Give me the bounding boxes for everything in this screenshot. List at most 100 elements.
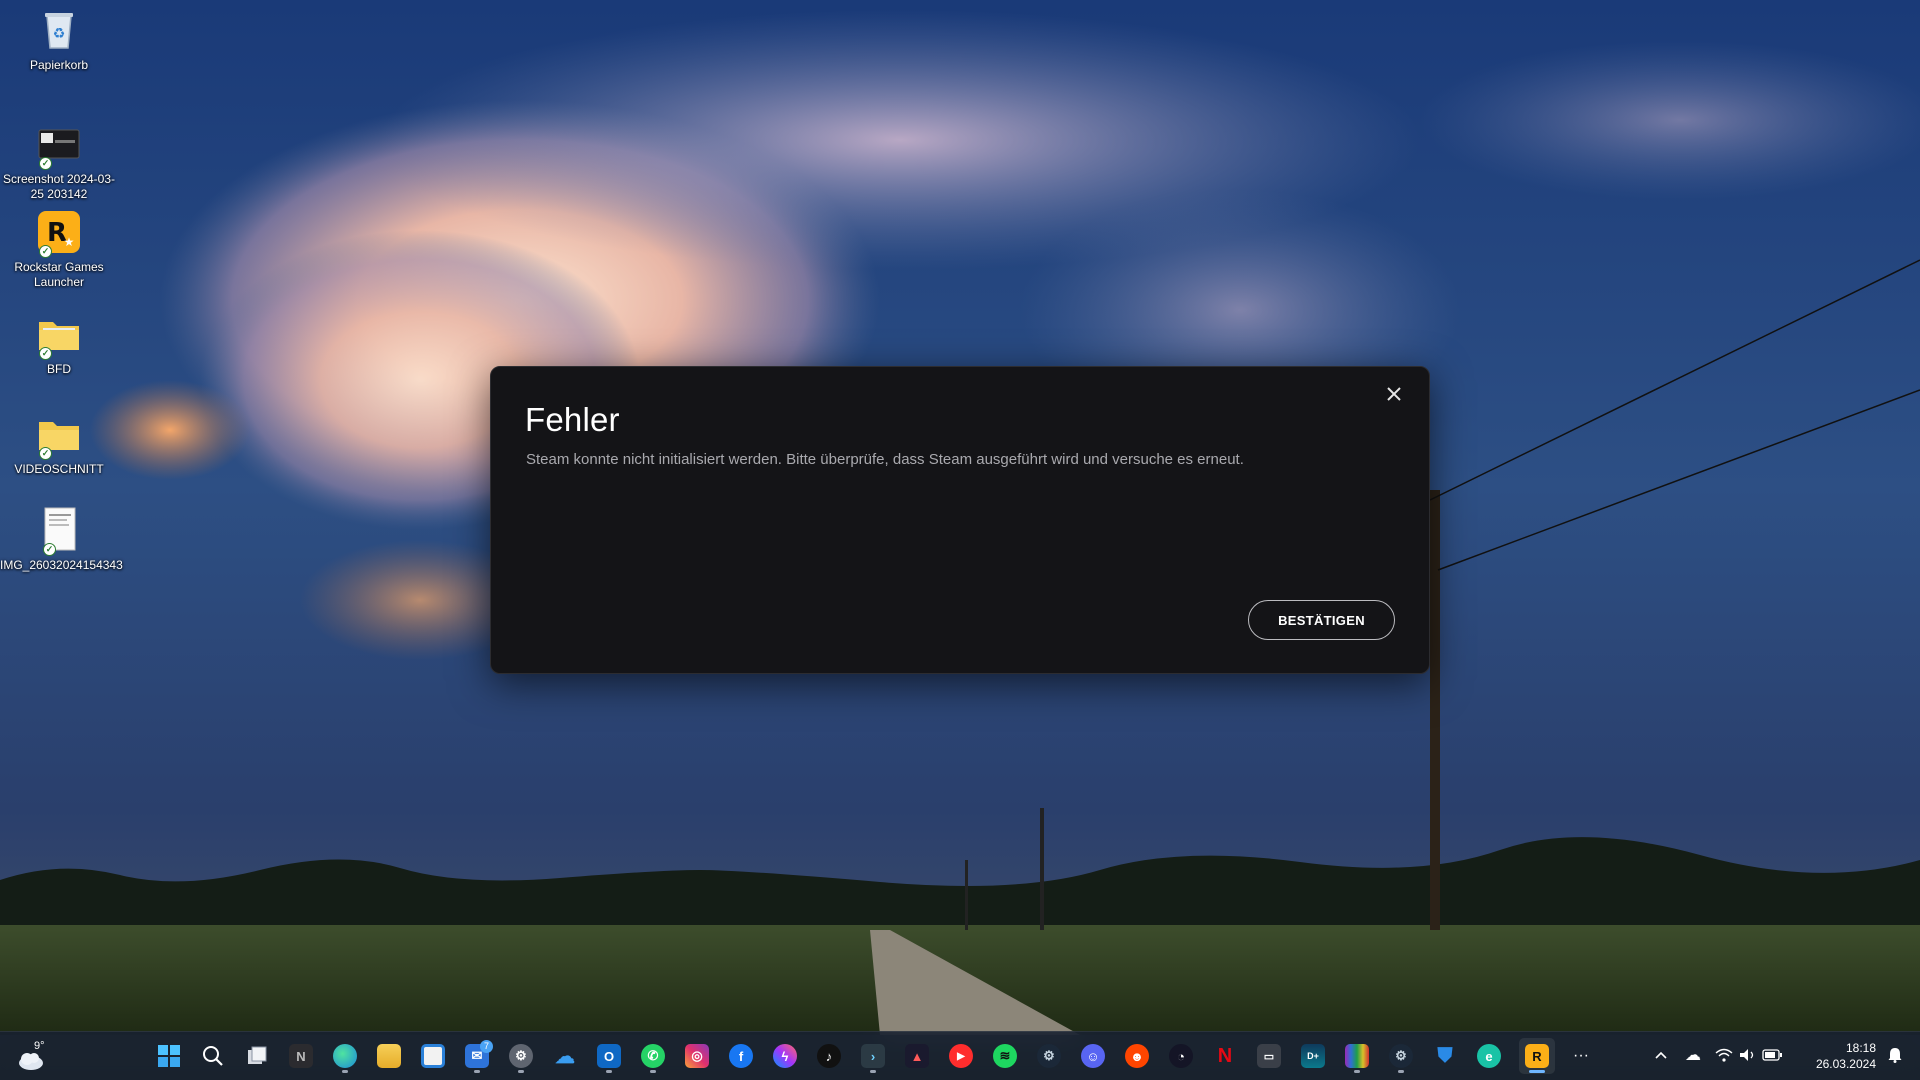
taskbar-app-facebook[interactable]: f	[723, 1038, 759, 1074]
terminal-icon: ›	[861, 1044, 885, 1068]
desktop-icon-videoschnitt[interactable]: ✓ VIDEOSCHNITT	[0, 410, 118, 477]
desktop-icon-recycle-bin[interactable]: ♻ Papierkorb	[0, 6, 118, 73]
taskbar-search-button[interactable]	[195, 1038, 231, 1074]
dialog-message: Steam konnte nicht initialisiert werden.…	[526, 451, 1244, 468]
taskbar-app-outlook[interactable]: O	[591, 1038, 627, 1074]
start-button[interactable]	[151, 1038, 187, 1074]
desktop-icon-label: VIDEOSCHNITT	[14, 462, 104, 476]
taskbar-app-affinity[interactable]: ▲	[899, 1038, 935, 1074]
taskbar-app-file-explorer[interactable]	[371, 1038, 407, 1074]
tray-volume[interactable]	[1737, 1044, 1759, 1066]
recycle-bin-icon: ♻	[35, 6, 83, 54]
taskbar-app-defender[interactable]: ⛊	[1427, 1038, 1463, 1074]
taskbar-app-whatsapp[interactable]: ✆	[635, 1038, 671, 1074]
taskbar-app-rockstar[interactable]: R	[1519, 1038, 1555, 1074]
edge-icon	[333, 1044, 357, 1068]
affinity-icon: ▲	[905, 1044, 929, 1068]
spotify-icon: ≋	[993, 1044, 1017, 1068]
svg-text:♻: ♻	[53, 26, 66, 42]
taskbar-app-onedrive[interactable]: ☁	[547, 1038, 583, 1074]
speaker-icon	[1740, 1049, 1754, 1061]
desktop-icon-screenshot[interactable]: ✓ Screenshot 2024-03-25 203142	[0, 120, 118, 202]
taskbar-app-reddit[interactable]: ☻	[1119, 1038, 1155, 1074]
task-view-button[interactable]	[239, 1038, 275, 1074]
steam-icon: ⚙	[1389, 1044, 1413, 1068]
desktop-icon-bfd[interactable]: ✓ BFD	[0, 310, 118, 377]
taskbar-app-netflix[interactable]: N	[1207, 1038, 1243, 1074]
close-icon	[1387, 387, 1401, 401]
notification-badge: 7	[480, 1040, 493, 1053]
steam-icon: ⚙	[1037, 1044, 1061, 1068]
taskbar-app-discord[interactable]: ☺	[1075, 1038, 1111, 1074]
desktop-icon-rockstar-launcher[interactable]: R ★ ✓ Rockstar Games Launcher	[0, 208, 118, 290]
taskbar: 9° N ✉ 7 ⚙ ☁ O ✆ ◎ f ϟ ♪ › ▲ ▶ ≋ ⚙ ☺ ☻ ◔…	[0, 1031, 1920, 1080]
desktop-icon-label: BFD	[47, 362, 71, 376]
tray-wifi[interactable]	[1713, 1044, 1735, 1066]
instagram-icon: ◎	[685, 1044, 709, 1068]
taskbar-app-winrar[interactable]	[1339, 1038, 1375, 1074]
desktop-icon-label: IMG_26032024154343	[0, 558, 123, 572]
taskbar-app-edge-beta[interactable]: e	[1471, 1038, 1507, 1074]
tray-onedrive[interactable]: ☁	[1682, 1044, 1704, 1066]
tray-battery[interactable]	[1761, 1044, 1783, 1066]
sync-check-icon: ✓	[39, 447, 52, 460]
taskbar-app-steam-2[interactable]: ⚙	[1383, 1038, 1419, 1074]
close-button[interactable]	[1379, 379, 1409, 409]
sync-check-icon: ✓	[39, 245, 52, 258]
disney-plus-icon: D+	[1301, 1044, 1325, 1068]
taskbar-app-messenger[interactable]: ϟ	[767, 1038, 803, 1074]
outlook-icon: O	[597, 1044, 621, 1068]
taskbar-app-settings[interactable]: ⚙	[503, 1038, 539, 1074]
chevron-up-icon	[1655, 1051, 1667, 1059]
running-indicator	[606, 1070, 612, 1073]
tiktok-icon: ♪	[817, 1044, 841, 1068]
folder-icon: ✓	[35, 310, 83, 360]
store-icon	[421, 1044, 445, 1068]
taskbar-app-mail[interactable]: ✉ 7	[459, 1038, 495, 1074]
running-indicator	[650, 1070, 656, 1073]
taskbar-app-notion[interactable]: N	[283, 1038, 319, 1074]
taskbar-app-terminal[interactable]: ›	[855, 1038, 891, 1074]
battery-icon	[1762, 1049, 1782, 1061]
taskbar-more-button[interactable]: ···	[1563, 1038, 1599, 1074]
taskbar-app-game-bar[interactable]: ▭	[1251, 1038, 1287, 1074]
running-indicator	[870, 1070, 876, 1073]
confirm-button[interactable]: BESTÄTIGEN	[1248, 600, 1395, 640]
taskbar-app-tiktok[interactable]: ♪	[811, 1038, 847, 1074]
active-indicator	[1529, 1070, 1545, 1073]
clock-time: 18:18	[1845, 1041, 1876, 1055]
weather-temperature: 9°	[34, 1040, 45, 1052]
taskbar-clock[interactable]: 18:18 26.03.2024	[1816, 1040, 1876, 1072]
taskbar-app-youtube-music[interactable]: ▶	[943, 1038, 979, 1074]
taskbar-app-spotify[interactable]: ≋	[987, 1038, 1023, 1074]
svg-text:★: ★	[64, 235, 75, 249]
taskbar-app-instagram[interactable]: ◎	[679, 1038, 715, 1074]
running-indicator	[518, 1070, 524, 1073]
reddit-icon: ☻	[1125, 1044, 1149, 1068]
folder-icon: ✓	[35, 410, 83, 460]
notification-center-button[interactable]	[1884, 1044, 1906, 1066]
taskbar-app-disney-plus[interactable]: D+	[1295, 1038, 1331, 1074]
sync-check-icon: ✓	[43, 543, 56, 556]
search-icon	[203, 1046, 223, 1066]
desktop-icon-label: Papierkorb	[29, 58, 89, 72]
weather-widget[interactable]: 9°	[14, 1038, 64, 1074]
error-dialog: Fehler Steam konnte nicht initialisiert …	[490, 366, 1430, 674]
desktop-icon-label: Screenshot 2024-03-25 203142	[2, 172, 116, 201]
edge-beta-icon: e	[1477, 1044, 1501, 1068]
desktop-icon-label: Rockstar Games Launcher	[14, 260, 104, 289]
taskbar-app-edge[interactable]	[327, 1038, 363, 1074]
running-indicator	[1398, 1070, 1404, 1073]
taskbar-app-store[interactable]	[415, 1038, 451, 1074]
show-hidden-icons-button[interactable]	[1650, 1044, 1672, 1066]
taskbar-app-steam[interactable]: ⚙	[1031, 1038, 1067, 1074]
clock-date: 26.03.2024	[1815, 1057, 1876, 1071]
dialog-title: Fehler	[525, 401, 620, 438]
desktop-icon-img-file[interactable]: ✓ IMG_26032024154343	[0, 506, 123, 573]
taskbar-app-speedtest[interactable]: ◔	[1163, 1038, 1199, 1074]
notion-icon: N	[289, 1044, 313, 1068]
screenshot-file-icon: ✓	[35, 120, 83, 170]
running-indicator	[474, 1070, 480, 1073]
gear-icon: ⚙	[509, 1044, 533, 1068]
cloud-icon: ☁	[1685, 1047, 1701, 1064]
